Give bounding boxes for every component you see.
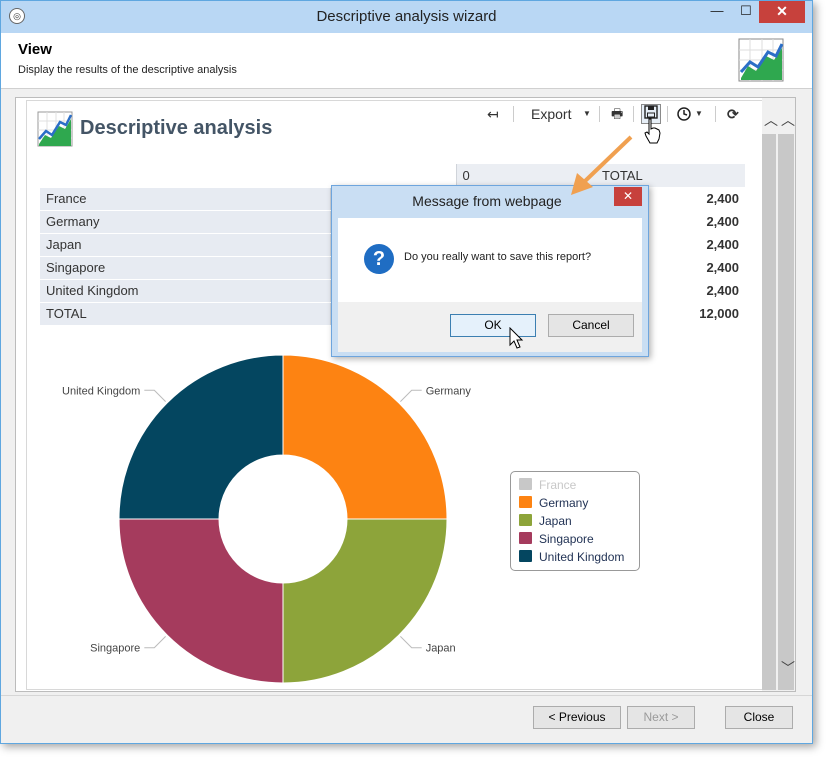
legend-item[interactable]: United Kingdom [519,550,624,564]
toolbar-separator [633,106,634,122]
legend-swatch [519,496,532,508]
toolbar-separator [599,106,600,122]
legend-swatch [519,478,532,490]
label-connector [144,636,166,649]
report-title: Descriptive analysis [80,117,273,139]
donut-slice-united-kingdom[interactable] [118,354,284,520]
previous-button[interactable]: < Previous [533,706,621,729]
back-icon[interactable]: ↤ [487,103,499,125]
legend-label: Germany [539,496,589,510]
callout-arrow-icon [571,135,633,195]
slice-label: United Kingdom [62,385,140,397]
label-connector [144,389,166,402]
step-title: View [18,41,52,58]
legend-item[interactable]: Singapore [519,532,594,546]
arrow-cursor-icon [509,327,524,349]
label-connector [400,389,422,402]
print-icon[interactable]: 🖶 [611,103,623,125]
history-dropdown-icon[interactable]: ▼ [695,103,703,125]
legend-label: Singapore [539,532,594,546]
row-label: Singapore [40,256,331,280]
donut-chart: Germany Japan Singapore United Kingdom [62,354,472,684]
legend-label: United Kingdom [539,550,625,564]
chart-report-icon [738,38,784,82]
maximize-button[interactable]: ☐ [733,1,759,23]
wizard-footer: < Previous Next > Close [1,695,812,743]
scroll-up-icon[interactable]: ︿ [764,110,778,130]
close-button[interactable]: Close [725,706,793,729]
legend-item[interactable]: France [519,478,576,492]
report-chart-icon [37,111,73,147]
donut-slice-japan[interactable] [282,518,448,684]
wizard-window: ◎ Descriptive analysis wizard — ☐ ✕ View… [0,0,813,744]
slice-label: Singapore [90,643,140,655]
vertical-scrollbar[interactable]: ︿ ︿ ﹀ [762,98,795,691]
scrollbar-track[interactable] [762,134,776,690]
slice-label: Japan [426,643,456,655]
export-dropdown-icon[interactable]: ▼ [583,103,591,125]
legend-label: France [539,478,577,492]
toolbar-separator [715,106,716,122]
cancel-button[interactable]: Cancel [548,314,634,337]
legend-swatch [519,550,532,562]
dialog-body: ? Do you really want to save this report… [338,218,642,352]
scroll-down-icon[interactable]: ﹀ [781,658,795,678]
minimize-button[interactable]: — [704,1,730,23]
dialog-message: Do you really want to save this report? [404,251,592,263]
donut-slice-singapore[interactable] [118,518,284,684]
toolbar-separator [513,106,514,122]
scroll-up-outer-icon[interactable]: ︿ [781,110,795,130]
confirm-dialog: Message from webpage ✕ ? Do you really w… [331,185,649,357]
title-bar: ◎ Descriptive analysis wizard — ☐ ✕ [1,1,812,33]
question-icon: ? [364,244,394,274]
legend-swatch [519,532,532,544]
close-window-button[interactable]: ✕ [759,1,805,23]
legend-label: Japan [539,514,572,528]
export-button[interactable]: Export [531,103,571,125]
chart-legend: France Germany Japan Singapore United Kingdo… [510,471,640,571]
legend-item[interactable]: Germany [519,496,588,510]
table-spacer [330,164,456,188]
row-label: France [40,187,331,211]
toolbar-separator [667,106,668,122]
row-label: United Kingdom [40,279,331,303]
row-label: TOTAL [40,302,331,326]
table-corner [40,164,330,188]
dialog-footer: OK Cancel [338,302,642,352]
wizard-header: View Display the results of the descript… [1,33,812,89]
hand-cursor-icon [644,118,661,144]
row-label: Germany [40,210,331,234]
donut-slice-germany[interactable] [282,354,448,520]
slice-label: Germany [426,385,472,397]
scrollbar-track-outer[interactable] [778,134,794,690]
history-icon[interactable] [677,103,691,125]
refresh-icon[interactable]: ⟳ [727,103,739,125]
legend-swatch [519,514,532,526]
clock-icon [677,107,691,121]
next-button[interactable]: Next > [627,706,695,729]
label-connector [400,636,422,649]
step-subtitle: Display the results of the descriptive a… [18,64,237,76]
legend-item[interactable]: Japan [519,514,572,528]
row-label: Japan [40,233,331,257]
window-title: Descriptive analysis wizard [316,8,497,25]
